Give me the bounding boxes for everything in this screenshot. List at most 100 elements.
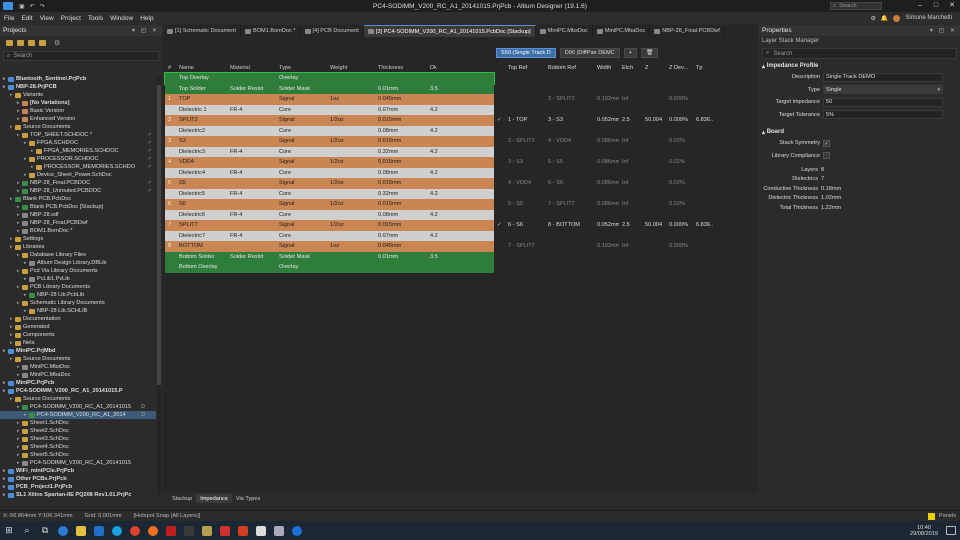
table-row[interactable]: 6 S6 Signal 1/2oz 0.015mm 5 - S5 7 - SPLIT7 0.0…	[165, 199, 755, 210]
col-z[interactable]: Z	[642, 65, 666, 71]
cell-n[interactable]: 8	[165, 243, 176, 249]
tree-item[interactable]: ▸ BOM1.BomDoc *	[0, 227, 156, 235]
description-field[interactable]: Single Track DEMO	[823, 72, 943, 82]
panel-controls[interactable]: ▾ ◰ ✕	[930, 27, 957, 34]
save-icon[interactable]: ▣	[19, 3, 25, 10]
tree-item[interactable]: ▸ NBP-28_Unrouted.PCBDOC ✓	[0, 187, 156, 195]
tree-item[interactable]: ▸ Source Documents	[0, 355, 156, 363]
undo-icon[interactable]: ↶	[30, 3, 35, 10]
panel-controls[interactable]: ▾ ◰ ✕	[132, 27, 159, 34]
tree-item[interactable]: ▸ MiniPC.PrjMbd	[0, 347, 156, 355]
tree-item[interactable]: ▸ Sheet3.SchDoc	[0, 435, 156, 443]
tree-item[interactable]: ▸ Schematic Library Documents	[0, 299, 156, 307]
cell-type[interactable]: Signal	[276, 138, 327, 144]
cell-type[interactable]: Signal	[276, 243, 327, 249]
cell-dk[interactable]: 4.2	[427, 170, 478, 176]
cell-name[interactable]: Bottom Solder	[176, 254, 227, 260]
type-select[interactable]: Single ▾	[823, 85, 943, 95]
tree-item[interactable]: ▸ PC4-SODIMM_V200_RC_A1_20141015.P	[0, 387, 156, 395]
altium-icon[interactable]	[198, 521, 216, 540]
board-section[interactable]: ▴ Board	[759, 127, 960, 137]
tree-item[interactable]: ▸ NBP-28 Lib.PcbLib	[0, 291, 156, 299]
cell-name[interactable]: Dielectric5	[176, 191, 227, 197]
col-number[interactable]: #	[165, 65, 176, 71]
cell-material[interactable]: FR-4	[227, 212, 276, 218]
tree-item[interactable]: ▸ Generated	[0, 323, 156, 331]
tree-item[interactable]: ▸ Sheet1.SchDoc	[0, 419, 156, 427]
tree-item[interactable]: ▸ Sheet4.SchDoc	[0, 443, 156, 451]
close-button[interactable]: ✕	[944, 0, 960, 12]
cell-name[interactable]: S5	[176, 180, 227, 186]
cell-name[interactable]: Dielectric2	[176, 128, 227, 134]
cell-name[interactable]: Dielectric4	[176, 170, 227, 176]
col-bottom-ref[interactable]: Bottom Ref	[545, 65, 594, 71]
chrome-icon[interactable]	[126, 521, 144, 540]
cell-name[interactable]: Dielectric7	[176, 233, 227, 239]
powerpoint-icon[interactable]	[234, 521, 252, 540]
user-name[interactable]: Simone Marchetti	[905, 15, 952, 21]
avatar[interactable]	[893, 14, 901, 22]
cell-type[interactable]: Solder Mask	[276, 254, 327, 260]
cell-type[interactable]: Core	[276, 233, 327, 239]
menu-window[interactable]: Window	[110, 15, 133, 22]
cell-material[interactable]: Solder Resist	[227, 86, 276, 92]
cell-dk[interactable]: 4.2	[427, 149, 478, 155]
app-icon[interactable]	[3, 2, 13, 10]
cell-n[interactable]: 3	[165, 138, 176, 144]
tree-item[interactable]: ▸ PcLib1.PvLib	[0, 275, 156, 283]
table-row[interactable]: 8 BOTTOM Signal 1oz 0.045mm 7 - SPLIT7 0.102mm…	[165, 241, 755, 252]
cell-thickness[interactable]: 0.08mm	[375, 212, 427, 218]
tree-item[interactable]: ▸ Basic Version	[0, 107, 156, 115]
cell-weight[interactable]: 1oz	[327, 96, 375, 102]
folder-icon[interactable]	[6, 39, 13, 46]
impedance-profile-section[interactable]: ▴ Impedance Profile	[759, 61, 960, 71]
tree-item[interactable]: ▸ Source Documents	[0, 395, 156, 403]
skype-icon[interactable]	[108, 521, 126, 540]
panels-button[interactable]: Panels	[927, 512, 956, 520]
impedance-cell[interactable]: ✓	[494, 117, 505, 123]
cell-thickness[interactable]: 0.32mm	[375, 149, 427, 155]
cell-type[interactable]: Core	[276, 191, 327, 197]
cell-material[interactable]: FR-4	[227, 107, 276, 113]
tree-item[interactable]: ▸ Other PCBs.PrjPcb	[0, 475, 156, 483]
cell-thickness[interactable]: 0.015mm	[375, 138, 427, 144]
cell-type[interactable]: Overlay	[276, 264, 327, 270]
cell-weight[interactable]: 1/2oz	[327, 117, 375, 123]
cell-name[interactable]: SPLIT2	[176, 117, 227, 123]
redo-icon[interactable]: ↷	[40, 3, 45, 10]
cell-dk[interactable]: 4.2	[427, 128, 478, 134]
cell-dk[interactable]: 4.2	[427, 212, 478, 218]
acrobat-icon[interactable]	[162, 521, 180, 540]
windows-start-icon[interactable]: ⊞	[0, 521, 18, 540]
cell-material[interactable]: FR-4	[227, 233, 276, 239]
cell-thickness[interactable]: 0.045mm	[375, 96, 427, 102]
add-project-icon[interactable]	[39, 39, 46, 46]
tree-item[interactable]: ▸ Blank PCB.PcbDoc [Stackup]	[0, 203, 156, 211]
cell-name[interactable]: Top Solder	[176, 86, 227, 92]
table-row[interactable]: Top Overlay Overlay	[164, 72, 755, 85]
tree-item[interactable]: ▸ Device_Sheet_Power.SchDoc	[0, 171, 156, 179]
cell-type[interactable]: Core	[276, 212, 327, 218]
tree-item[interactable]: ▸ PCB Library Documents	[0, 283, 156, 291]
cell-thickness[interactable]: 0.015mm	[375, 159, 427, 165]
tree-item[interactable]: ▸ NBP-28.xdf	[0, 211, 156, 219]
save-project-icon[interactable]	[28, 39, 35, 46]
tree-item[interactable]: ▸ [No Variations]	[0, 99, 156, 107]
table-row[interactable]: 3 S3 Signal 1/2oz 0.015mm 2 - SPLIT2 4 - VDD4 0…	[165, 136, 755, 147]
cell-weight[interactable]: 1/2oz	[327, 222, 375, 228]
tree-item[interactable]: ▸ NBP-28 Lib.SCHLIB	[0, 307, 156, 315]
notification-icon[interactable]: 🔔	[881, 15, 888, 22]
cell-thickness[interactable]: 0.045mm	[375, 243, 427, 249]
cell-name[interactable]: Top Overlay	[176, 75, 227, 81]
pdf-icon[interactable]	[216, 521, 234, 540]
cell-dk[interactable]: 3.5	[427, 254, 478, 260]
tree-item[interactable]: ▸ MiniPC.MbsDoc	[0, 363, 156, 371]
menu-edit[interactable]: Edit	[21, 15, 32, 22]
col-etch[interactable]: Etch	[619, 65, 642, 71]
tree-item[interactable]: ▸ Altium Design Library.DBLib	[0, 259, 156, 267]
tree-item[interactable]: ▸ Sheet5.SchDoc	[0, 451, 156, 459]
cell-n[interactable]: 7	[165, 222, 176, 228]
cell-material[interactable]: Solder Resist	[227, 254, 276, 260]
cell-type[interactable]: Signal	[276, 117, 327, 123]
single-track-profile-button[interactable]: S50 (Single Track D	[496, 48, 556, 58]
